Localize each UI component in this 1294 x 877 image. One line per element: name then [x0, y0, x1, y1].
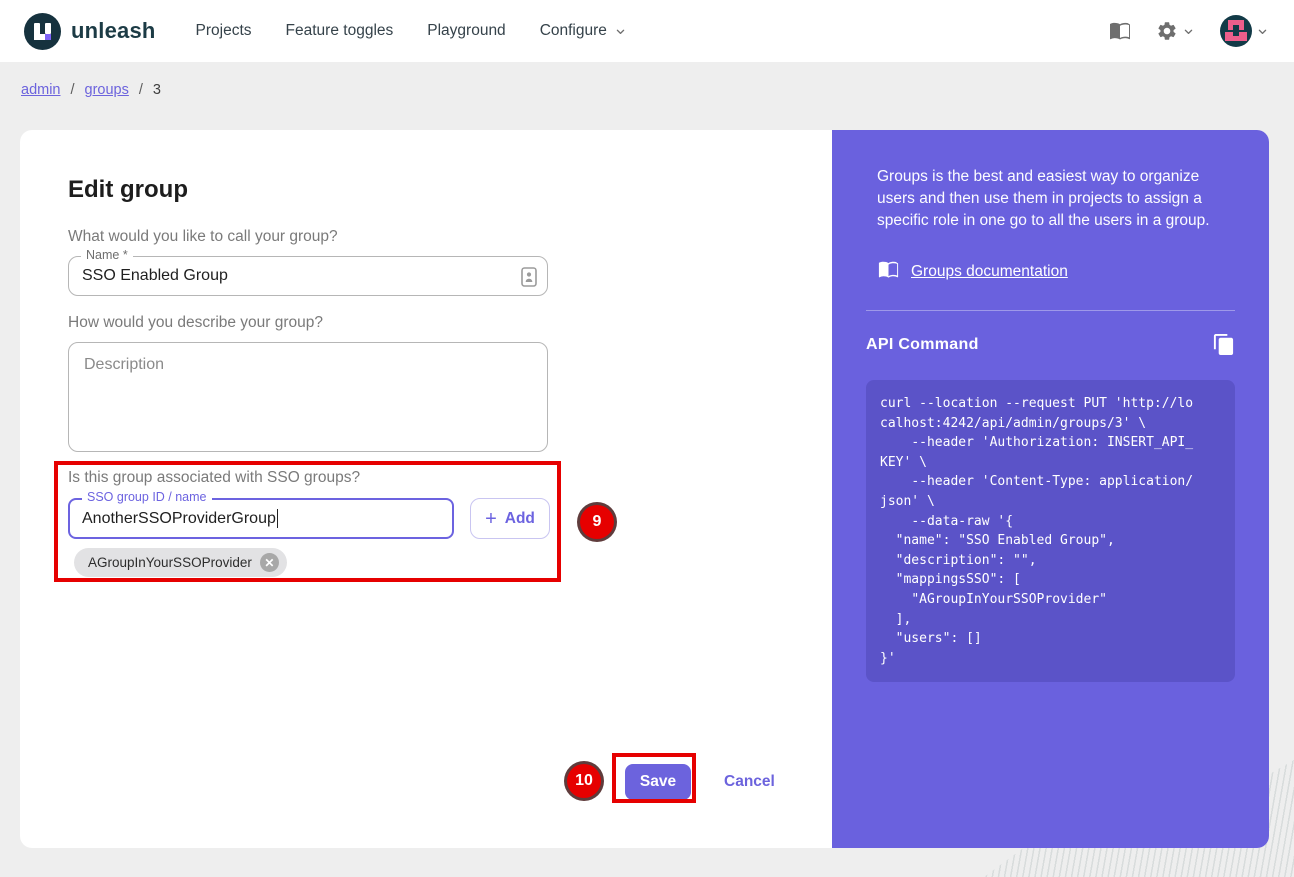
- brand-wordmark: unleash: [71, 18, 156, 44]
- user-menu-button[interactable]: [1220, 15, 1270, 47]
- sso-input-value: AnotherSSOProviderGroup: [82, 510, 276, 528]
- chip-label: AGroupInYourSSOProvider: [88, 555, 252, 570]
- add-sso-group-button[interactable]: + Add: [470, 498, 550, 539]
- sso-group-chip: AGroupInYourSSOProvider ✕: [74, 548, 287, 577]
- name-question-label: What would you like to call your group?: [68, 228, 338, 246]
- sso-field-label: SSO group ID / name: [82, 490, 212, 504]
- nav-feature-toggles-label: Feature toggles: [286, 22, 394, 40]
- sso-question-label: Is this group associated with SSO groups…: [68, 469, 360, 487]
- edit-group-card: Edit group What would you like to call y…: [20, 130, 1269, 848]
- copy-icon[interactable]: [1212, 333, 1235, 356]
- top-navbar: unleash Projects Feature toggles Playgro…: [0, 0, 1294, 62]
- chevron-down-icon: [1181, 24, 1196, 39]
- main-nav: Projects Feature toggles Playground Conf…: [196, 22, 628, 40]
- breadcrumb-groups[interactable]: groups: [85, 82, 129, 98]
- save-button[interactable]: Save: [625, 764, 691, 800]
- group-name-field: Name *: [68, 256, 548, 296]
- api-command-title: API Command: [866, 336, 979, 354]
- nav-feature-toggles[interactable]: Feature toggles: [286, 22, 394, 40]
- add-button-label: Add: [505, 510, 535, 528]
- cancel-button[interactable]: Cancel: [724, 773, 775, 791]
- book-icon: [877, 258, 900, 286]
- text-caret: [277, 509, 279, 528]
- group-description-textarea[interactable]: [68, 342, 548, 452]
- group-name-input[interactable]: [69, 257, 547, 295]
- sso-group-input[interactable]: SSO group ID / name AnotherSSOProviderGr…: [68, 498, 454, 539]
- gear-icon: [1156, 20, 1178, 42]
- page-title: Edit group: [68, 176, 188, 204]
- chip-remove-icon[interactable]: ✕: [260, 553, 279, 572]
- edit-group-form: Edit group What would you like to call y…: [20, 130, 832, 848]
- breadcrumb: admin / groups / 3: [0, 62, 1294, 98]
- nav-projects-label: Projects: [196, 22, 252, 40]
- api-command-text: curl --location --request PUT 'http://lo…: [880, 394, 1193, 668]
- groups-documentation-link[interactable]: Groups documentation: [911, 263, 1068, 281]
- autofill-extension-icon[interactable]: [521, 267, 537, 292]
- nav-configure-label: Configure: [540, 22, 607, 40]
- docs-link-row: Groups documentation: [877, 258, 1235, 286]
- unleash-logo-icon[interactable]: [24, 13, 61, 50]
- nav-configure[interactable]: Configure: [540, 22, 628, 40]
- plus-icon: +: [485, 509, 497, 529]
- api-command-code-block[interactable]: curl --location --request PUT 'http://lo…: [866, 380, 1235, 682]
- sidebar-divider: [866, 310, 1235, 311]
- api-command-header: API Command: [866, 333, 1235, 356]
- annotation-step-10: 10: [564, 761, 604, 801]
- breadcrumb-separator: /: [71, 82, 75, 98]
- nav-playground[interactable]: Playground: [427, 22, 505, 40]
- documentation-book-icon[interactable]: [1108, 19, 1132, 43]
- chevron-down-icon: [1255, 24, 1270, 39]
- header-actions: [1108, 15, 1270, 47]
- nav-playground-label: Playground: [427, 22, 505, 40]
- annotation-step-9: 9: [577, 502, 617, 542]
- name-field-label: Name *: [81, 248, 133, 262]
- avatar: [1220, 15, 1252, 47]
- form-actions: Save Cancel: [625, 764, 775, 800]
- breadcrumb-current: 3: [153, 82, 161, 98]
- breadcrumb-admin[interactable]: admin: [21, 82, 61, 98]
- breadcrumb-separator: /: [139, 82, 143, 98]
- settings-menu-button[interactable]: [1156, 20, 1196, 42]
- info-sidebar: Groups is the best and easiest way to or…: [832, 130, 1269, 848]
- nav-projects[interactable]: Projects: [196, 22, 252, 40]
- description-question-label: How would you describe your group?: [68, 314, 323, 332]
- groups-intro-text: Groups is the best and easiest way to or…: [877, 166, 1232, 232]
- chevron-down-icon: [613, 24, 628, 39]
